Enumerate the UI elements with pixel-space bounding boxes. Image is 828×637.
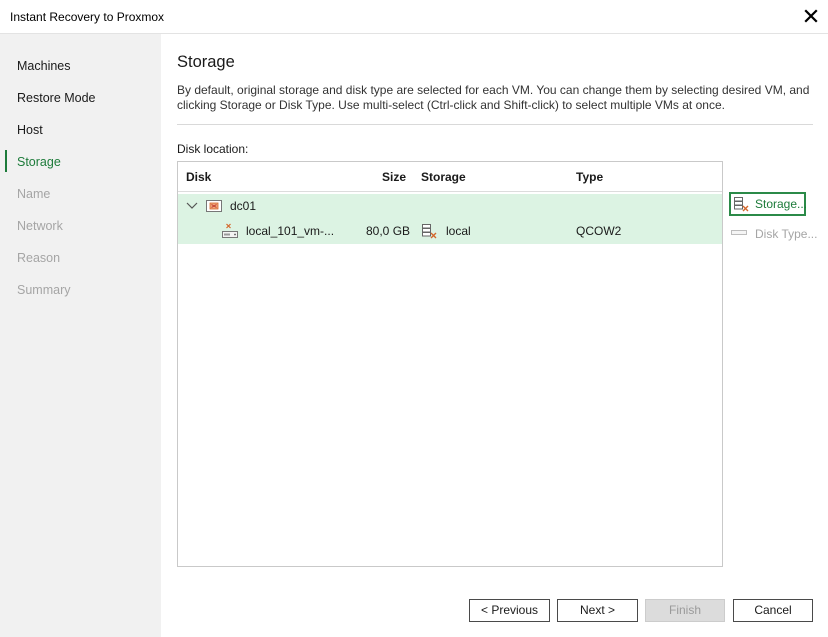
column-header-type[interactable]: Type xyxy=(576,170,603,184)
disk-icon xyxy=(222,223,238,239)
step-reason: Reason xyxy=(17,251,61,265)
disk-size: 80,0 GB xyxy=(366,224,411,238)
vm-icon xyxy=(206,200,222,213)
step-machines[interactable]: Machines xyxy=(17,59,71,73)
column-header-size[interactable]: Size xyxy=(382,170,406,184)
column-header-disk[interactable]: Disk xyxy=(186,170,211,184)
step-network: Network xyxy=(17,219,63,233)
wizard-steps-sidebar: Machines Restore Mode Host Storage Name … xyxy=(0,34,161,637)
chevron-down-icon[interactable] xyxy=(186,201,198,211)
page-description: By default, original storage and disk ty… xyxy=(177,83,810,112)
cancel-button[interactable]: Cancel xyxy=(733,599,813,622)
step-restore-mode[interactable]: Restore Mode xyxy=(17,91,96,105)
disk-row[interactable]: local_101_vm-... 80,0 GB local QCOW2 xyxy=(178,219,722,244)
disk-grid[interactable]: Disk Size Storage Type dc01 local_101_vm… xyxy=(177,161,723,567)
disk-name: local_101_vm-... xyxy=(246,224,335,238)
vm-row[interactable]: dc01 xyxy=(178,194,722,219)
page-title: Storage xyxy=(177,53,235,71)
datastore-icon xyxy=(733,196,749,212)
next-button[interactable]: Next > xyxy=(557,599,638,622)
disk-type-icon xyxy=(731,229,747,237)
disk-location-label: Disk location: xyxy=(177,142,249,156)
title-bar: Instant Recovery to Proxmox xyxy=(0,0,828,34)
column-header-storage[interactable]: Storage xyxy=(421,170,466,184)
window-title: Instant Recovery to Proxmox xyxy=(10,10,165,24)
step-name: Name xyxy=(17,187,51,201)
datastore-icon xyxy=(421,223,437,239)
step-storage[interactable]: Storage xyxy=(17,155,61,169)
vm-name: dc01 xyxy=(230,199,257,213)
active-step-marker xyxy=(5,150,7,172)
storage-button-label: Storage... xyxy=(755,197,808,211)
grid-header: Disk Size Storage Type xyxy=(178,162,722,192)
disk-type: QCOW2 xyxy=(576,224,622,238)
disk-storage: local xyxy=(446,224,471,238)
step-summary: Summary xyxy=(17,283,71,297)
disk-type-button-label: Disk Type... xyxy=(755,227,818,241)
divider xyxy=(177,124,813,125)
step-host[interactable]: Host xyxy=(17,123,43,137)
storage-button[interactable]: Storage... xyxy=(729,192,808,216)
close-icon[interactable] xyxy=(802,7,820,25)
finish-button: Finish xyxy=(645,599,725,622)
previous-button[interactable]: < Previous xyxy=(469,599,550,622)
main-panel: Storage By default, original storage and… xyxy=(161,34,828,637)
